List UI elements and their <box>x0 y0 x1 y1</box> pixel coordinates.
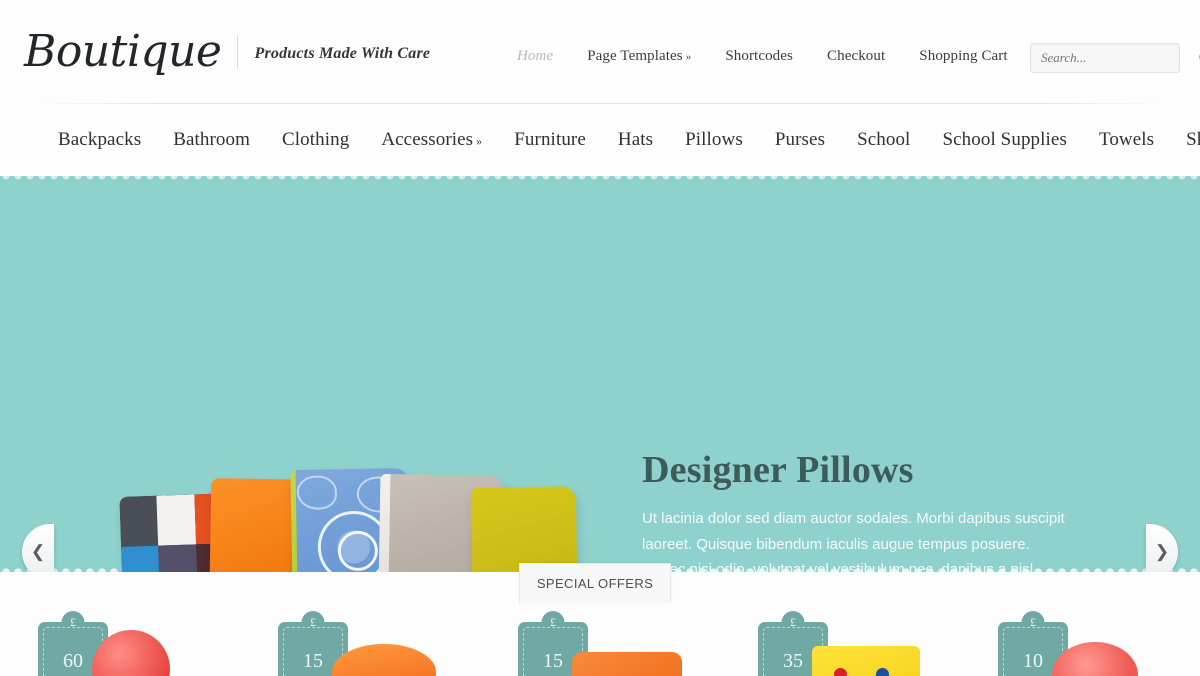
chevron-right-icon: » <box>476 134 483 148</box>
category-item-furniture[interactable]: Furniture <box>498 129 602 151</box>
category-navigation: Backpacks Bathroom Clothing Accessories»… <box>0 104 1200 176</box>
site-header: Boutique Products Made With Care Home Pa… <box>0 0 1200 104</box>
primary-navigation: Home Page Templates» Shortcodes Checkout… <box>500 48 1025 65</box>
category-label: Accessories <box>381 129 474 150</box>
product-image-orange-towels <box>572 652 682 676</box>
hero-top-edge <box>0 176 1200 183</box>
category-item-towels[interactable]: Towels <box>1083 129 1170 151</box>
topnav-label: Shortcodes <box>725 48 793 64</box>
brand-block[interactable]: Boutique Products Made With Care <box>24 26 430 78</box>
category-item-pillows[interactable]: Pillows <box>669 129 759 151</box>
category-item-school[interactable]: School <box>841 129 926 151</box>
product-image-yellow-purse <box>812 646 920 676</box>
hero-text-block: Designer Pillows Ut lacinia dolor sed di… <box>642 448 1082 572</box>
currency-badge: £ <box>541 611 565 634</box>
site-logo[interactable]: Boutique <box>24 26 222 78</box>
category-item-accessories[interactable]: Accessories» <box>365 129 498 151</box>
product-card[interactable]: £ 10 <box>960 604 1200 676</box>
category-item-hats[interactable]: Hats <box>602 129 669 151</box>
search-box[interactable] <box>1030 43 1200 73</box>
currency-badge: £ <box>61 611 85 634</box>
chevron-left-icon: ❮ <box>30 542 46 561</box>
slider-next-button[interactable]: ❯ <box>1146 524 1178 572</box>
category-label: Purses <box>774 129 826 150</box>
category-item-bathroom[interactable]: Bathroom <box>157 129 266 151</box>
topnav-label: Page Templates <box>587 48 683 64</box>
hero-description: Ut lacinia dolor sed diam auctor sodales… <box>642 510 1065 572</box>
page-root: Boutique Products Made With Care Home Pa… <box>0 0 1200 676</box>
topnav-label: Checkout <box>826 48 886 64</box>
hero-product-image <box>112 438 592 572</box>
category-label: Bathroom <box>173 129 250 150</box>
category-label: School Supplies <box>942 129 1067 150</box>
special-offers-product-row: £ 60 £ 15 £ 15 £ 35 £ 10 <box>0 604 1200 676</box>
site-tagline: Products Made With Care <box>254 45 431 62</box>
topnav-label: Shopping Cart <box>919 48 1008 64</box>
category-label: Furniture <box>514 129 586 150</box>
topnav-item-shortcodes[interactable]: Shortcodes <box>708 48 810 65</box>
product-card[interactable]: £ 15 <box>240 604 480 676</box>
chevron-right-icon: ❯ <box>1154 542 1170 561</box>
currency-badge: £ <box>781 611 805 634</box>
category-label: School <box>857 129 911 150</box>
topnav-item-home[interactable]: Home <box>500 48 570 65</box>
logo-divider <box>237 35 239 69</box>
topnav-item-checkout[interactable]: Checkout <box>810 48 902 65</box>
category-item-backpacks[interactable]: Backpacks <box>44 129 157 151</box>
category-label: Clothing <box>282 129 350 150</box>
category-label: Pillows <box>685 129 743 150</box>
pillow-olive <box>470 486 579 572</box>
hero-title: Designer Pillows <box>642 449 914 491</box>
category-label: Hats <box>617 129 654 150</box>
topnav-label: Home <box>517 48 554 64</box>
search-input[interactable] <box>1031 50 1198 66</box>
category-label: Towels <box>1098 129 1155 150</box>
purse-button-red <box>834 668 847 676</box>
product-card[interactable]: £ 35 <box>720 604 960 676</box>
special-offers-tab[interactable]: SPECIAL OFFERS <box>519 563 671 603</box>
chevron-right-icon: » <box>685 51 692 63</box>
topnav-item-shopping-cart[interactable]: Shopping Cart <box>902 48 1024 65</box>
topnav-item-page-templates[interactable]: Page Templates» <box>570 48 708 65</box>
category-label: Shoes <box>1186 129 1200 150</box>
slider-prev-button[interactable]: ❮ <box>22 524 54 572</box>
category-item-school-supplies[interactable]: School Supplies <box>926 129 1082 151</box>
purse-button-blue <box>876 668 889 676</box>
hero-slider: Designer Pillows Ut lacinia dolor sed di… <box>0 176 1200 572</box>
category-item-shoes[interactable]: Shoes <box>1170 129 1200 151</box>
category-item-purses[interactable]: Purses <box>759 129 841 151</box>
category-item-clothing[interactable]: Clothing <box>266 129 365 151</box>
product-card[interactable]: £ 15 <box>480 604 720 676</box>
category-label: Backpacks <box>58 129 142 150</box>
currency-badge: £ <box>1021 611 1045 634</box>
product-card[interactable]: £ 60 <box>0 604 240 676</box>
currency-badge: £ <box>301 611 325 634</box>
